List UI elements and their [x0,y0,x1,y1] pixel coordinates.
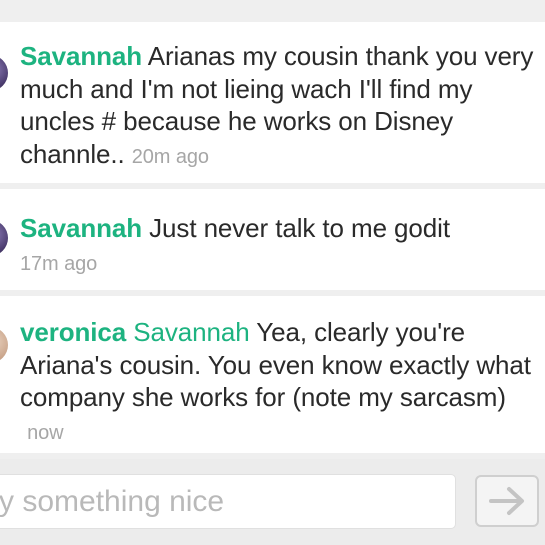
comments-screen: Savannah Arianas my cousin thank you ver… [0,0,545,545]
comment-author[interactable]: veronica [20,317,126,347]
comment-body: Savannah Just never talk to me godit 17m… [20,212,539,280]
comment-input[interactable] [0,474,456,529]
comment-body: veronica Savannah Yea, clearly you're Ar… [20,316,539,449]
compose-bar [0,459,545,545]
arrow-right-icon [489,487,524,515]
comment-item: Savannah Arianas my cousin thank you ver… [0,22,545,183]
comment-timestamp: 17m ago [20,252,98,275]
comment-author[interactable]: Savannah [20,213,142,243]
comment-mention[interactable]: Savannah [133,317,249,347]
comment-item: veronica Savannah Yea, clearly you're Ar… [0,296,545,453]
avatar[interactable] [0,55,8,91]
avatar[interactable] [0,327,8,363]
send-button[interactable] [475,475,539,527]
comment-body: Savannah Arianas my cousin thank you ver… [20,40,539,173]
comment-timestamp: 20m ago [131,145,209,168]
avatar[interactable] [0,220,8,256]
comment-item: Savannah Just never talk to me godit 17m… [0,189,545,290]
comment-timestamp: now [27,421,64,444]
comment-author[interactable]: Savannah [20,41,142,71]
comment-text: Just never talk to me godit [149,213,450,243]
